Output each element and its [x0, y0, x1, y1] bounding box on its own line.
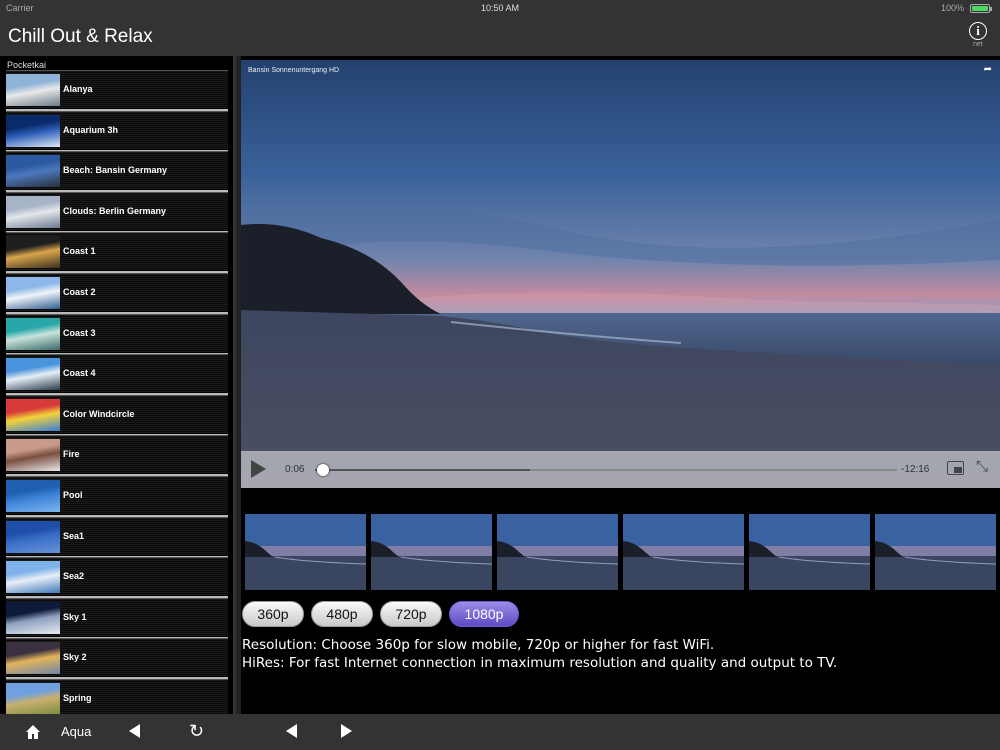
video-thumbnail[interactable]	[371, 514, 493, 590]
bottom-toolbar: Aqua ↻	[0, 714, 1000, 750]
info-icon: i	[969, 22, 987, 40]
list-item-thumbnail	[6, 195, 60, 228]
video-list[interactable]: Pocketkai Alanya Aquarium 3h Beach: Bansin…	[0, 56, 236, 714]
nav-bar: Chill Out & Relax i net	[0, 16, 1000, 56]
list-item-thumbnail	[6, 683, 60, 714]
current-time: 0:06	[285, 464, 305, 475]
video-thumbnail[interactable]	[623, 514, 745, 590]
resolution-button-360p[interactable]: 360p	[242, 601, 304, 627]
resolution-button-1080p[interactable]: 1080p	[449, 601, 519, 627]
list-item-label: Fire	[63, 449, 80, 460]
remaining-time: -12:16	[901, 464, 930, 475]
list-item-thumbnail	[6, 520, 60, 553]
fullscreen-icon[interactable]: ⤡	[976, 458, 988, 475]
list-item-thumbnail	[6, 480, 60, 512]
info-label: net	[973, 41, 983, 48]
list-item[interactable]: Coast 2	[6, 273, 228, 314]
list-item[interactable]: Sea1	[6, 516, 228, 558]
list-item-label: Coast 4	[63, 368, 96, 379]
list-item-label: Alanya	[63, 84, 93, 94]
list-item-label: Color Windcircle	[63, 408, 135, 419]
list-item-thumbnail	[6, 358, 60, 391]
video-frame	[241, 60, 1000, 488]
thumbnail-strip	[241, 514, 1000, 591]
share-icon[interactable]: ➦	[984, 64, 992, 75]
list-item[interactable]: Clouds: Berlin Germany	[6, 191, 228, 233]
list-item-thumbnail	[6, 601, 60, 634]
list-item-label: Sea1	[63, 530, 85, 541]
description-line-2: HiRes: For fast Internet connection in m…	[242, 655, 838, 671]
description: Resolution: Choose 360p for slow mobile,…	[242, 636, 837, 672]
refresh-icon[interactable]: ↻	[189, 721, 204, 742]
app-title: Chill Out & Relax	[8, 26, 153, 47]
list-item[interactable]: Sky 1	[6, 597, 228, 639]
toolbar-label[interactable]: Aqua	[61, 724, 91, 739]
list-item-thumbnail	[6, 155, 60, 188]
video-thumbnail[interactable]	[749, 514, 871, 590]
list-item[interactable]: Beach: Bansin Germany	[6, 151, 228, 193]
player-controls: 0:06 -12:16 ⤡	[241, 451, 1000, 488]
section-header: Pocketkai	[7, 60, 47, 70]
list-item[interactable]: Aquarium 3h	[6, 110, 228, 152]
list-item-thumbnail	[6, 561, 60, 594]
back-icon[interactable]	[129, 724, 140, 738]
list-item[interactable]: Coast 1	[6, 232, 228, 274]
list-item-label: Beach: Bansin Germany	[63, 165, 168, 176]
battery-icon	[970, 4, 992, 13]
video-player[interactable]: Bansin Sonnenuntergang HD ➦ 0:06 -12:16 …	[241, 60, 1000, 488]
list-item-thumbnail	[6, 439, 60, 472]
picture-in-picture-icon[interactable]	[947, 461, 964, 475]
buffer-bar	[315, 469, 531, 471]
list-item-label: Clouds: Berlin Germany	[63, 205, 167, 216]
list-item[interactable]: Fire	[6, 435, 228, 477]
list-item[interactable]: Spring	[6, 679, 228, 714]
list-item-thumbnail	[6, 317, 60, 350]
list-item-thumbnail	[6, 236, 60, 269]
list-item-thumbnail	[6, 74, 60, 106]
description-line-1: Resolution: Choose 360p for slow mobile,…	[242, 637, 715, 653]
list-item[interactable]: Coast 3	[6, 313, 228, 355]
list-item-thumbnail	[6, 642, 60, 675]
video-thumbnail[interactable]	[497, 514, 619, 590]
list-item-label: Aquarium 3h	[63, 124, 119, 135]
list-item[interactable]: Color Windcircle	[6, 394, 228, 436]
list-item-label: Coast 1	[63, 246, 96, 257]
list-item[interactable]: Sea2	[6, 557, 228, 599]
list-item-label: Sky 2	[63, 652, 87, 663]
clock: 10:50 AM	[480, 3, 520, 13]
home-icon[interactable]	[24, 723, 42, 741]
list-item-label: Spring	[63, 693, 92, 703]
list-item-thumbnail	[6, 114, 60, 147]
resolution-button-720p[interactable]: 720p	[380, 601, 442, 627]
video-thumbnail[interactable]	[245, 514, 367, 590]
list-item[interactable]: Sky 2	[6, 638, 228, 680]
battery-percent: 100%	[940, 3, 964, 13]
video-thumbnail[interactable]	[875, 514, 997, 590]
status-bar: Carrier 10:50 AM 100%	[0, 0, 1000, 16]
previous-icon[interactable]	[286, 724, 297, 738]
play-icon[interactable]	[251, 460, 266, 478]
list-item-label: Coast 3	[63, 327, 96, 338]
list-item-label: Coast 2	[63, 287, 96, 297]
list-item-thumbnail	[6, 398, 60, 431]
list-item-label: Sea2	[63, 571, 85, 582]
info-button[interactable]: i net	[968, 22, 988, 56]
list-item-thumbnail	[6, 277, 60, 309]
video-title: Bansin Sonnenuntergang HD	[248, 67, 340, 74]
next-icon[interactable]	[341, 724, 352, 738]
list-item-label: Sky 1	[63, 611, 87, 622]
resolution-button-480p[interactable]: 480p	[311, 601, 373, 627]
list-item[interactable]: Alanya	[6, 70, 228, 111]
list-item[interactable]: Coast 4	[6, 354, 228, 396]
list-item-label: Pool	[63, 490, 83, 500]
scrub-knob[interactable]	[316, 464, 329, 476]
list-item[interactable]: Pool	[6, 476, 228, 517]
